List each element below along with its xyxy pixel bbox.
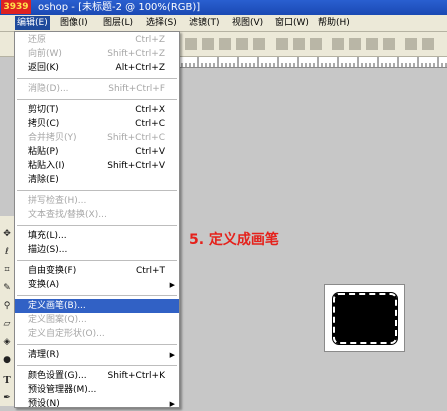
menu-separator: [17, 365, 177, 366]
menu-item-define-brush[interactable]: 定义画笔(B)...: [15, 299, 179, 313]
menu-separator: [17, 344, 177, 345]
move-icon[interactable]: ✥: [1, 228, 13, 240]
menu-item-presets[interactable]: 预设(N) ▶: [15, 397, 179, 411]
menu-separator: [17, 260, 177, 261]
menu-item-preset-manager[interactable]: 预设管理器(M)...: [15, 383, 179, 397]
menu-item-stroke[interactable]: 描边(S)...: [15, 243, 179, 257]
menu-filter[interactable]: 滤镜(T): [187, 16, 222, 30]
menu-item-step-forward: 向前(W) Shift+Ctrl+Z: [28, 49, 165, 59]
menu-separator: [17, 190, 177, 191]
horizontal-ruler: [177, 57, 447, 68]
menu-bar: 编辑(E) 图像(I) 图层(L) 选择(S) 滤镜(T) 视图(V) 窗口(W…: [0, 15, 447, 32]
step-caption: 5. 定义成画笔: [189, 232, 279, 248]
edit-menu-dropdown: 还原 Ctrl+Z 向前(W) Shift+Ctrl+Z 返回(K) Alt+Ctrl…: [14, 31, 180, 411]
menu-item-paste-into[interactable]: 粘贴入(I) Shift+Ctrl+V: [15, 159, 179, 173]
toolbox: ✥ ℓ ⌗ ✎ ⚲ ▱ ◈ ● T ✒: [0, 216, 15, 406]
menu-item-define-pattern: 定义图案(Q)...: [28, 315, 87, 325]
window-title: oshop - [未标题-2 @ 100%(RGB)]: [38, 2, 201, 13]
menu-separator: [17, 99, 177, 100]
menu-item-free-transform[interactable]: 自由变换(F) Ctrl+T: [15, 264, 179, 278]
menu-item-copy-merged: 合并拷贝(Y) Shift+Ctrl+C: [28, 133, 165, 143]
submenu-arrow-icon: ▶: [169, 351, 175, 359]
menu-item-undo: 还原 Ctrl+Z: [28, 35, 165, 45]
menu-separator: [17, 295, 177, 296]
eraser-icon[interactable]: ▱: [1, 318, 13, 330]
brush-shape-selection: [332, 292, 398, 345]
bucket-icon[interactable]: ◈: [1, 336, 13, 348]
crop-icon[interactable]: ⌗: [1, 264, 13, 276]
menu-item-copy[interactable]: 拷贝(C) Ctrl+C: [15, 117, 179, 131]
document-canvas[interactable]: [324, 284, 405, 352]
menu-separator: [17, 225, 177, 226]
submenu-arrow-icon: ▶: [169, 400, 175, 408]
menu-item-purge[interactable]: 清理(R) ▶: [15, 348, 179, 362]
menu-select[interactable]: 选择(S): [144, 16, 179, 30]
menu-item-fill[interactable]: 填充(L)...: [15, 229, 179, 243]
menu-view[interactable]: 视图(V): [230, 16, 265, 30]
menu-item-transform[interactable]: 变换(A) ▶: [15, 278, 179, 292]
stamp-icon[interactable]: ⚲: [1, 300, 13, 312]
menu-edit[interactable]: 编辑(E): [15, 16, 50, 30]
app-badge: 3939: [1, 0, 31, 14]
menu-layer[interactable]: 图层(L): [101, 16, 135, 30]
pen-icon[interactable]: ✒: [1, 392, 13, 404]
menu-item-spell-check: 拼写检查(H)...: [28, 196, 87, 206]
ruler-ticks: [177, 57, 447, 67]
menu-item-find-replace: 文本查找/替换(X)...: [28, 210, 107, 220]
menu-separator: [17, 78, 177, 79]
menu-item-clear[interactable]: 清除(E): [15, 173, 179, 187]
menu-window[interactable]: 窗口(W): [273, 16, 311, 30]
title-bar: 3939 oshop - [未标题-2 @ 100%(RGB)]: [0, 0, 447, 15]
submenu-arrow-icon: ▶: [169, 281, 175, 289]
menu-image[interactable]: 图像(I): [58, 16, 90, 30]
menu-item-paste[interactable]: 粘贴(P) Ctrl+V: [15, 145, 179, 159]
menu-item-define-custom-shape: 定义自定形状(O)...: [28, 329, 105, 339]
menu-item-step-backward[interactable]: 返回(K) Alt+Ctrl+Z: [15, 61, 179, 75]
dodge-icon[interactable]: ●: [1, 354, 13, 366]
menu-item-cut[interactable]: 剪切(T) Ctrl+X: [15, 103, 179, 117]
menu-item-fade: 消隐(D)... Shift+Ctrl+F: [28, 84, 165, 94]
brush-icon[interactable]: ✎: [1, 282, 13, 294]
menu-item-color-settings[interactable]: 颜色设置(G)... Shift+Ctrl+K: [15, 369, 179, 383]
menu-help[interactable]: 帮助(H): [316, 16, 352, 30]
lasso-icon[interactable]: ℓ: [1, 246, 13, 258]
text-icon[interactable]: T: [1, 374, 13, 386]
